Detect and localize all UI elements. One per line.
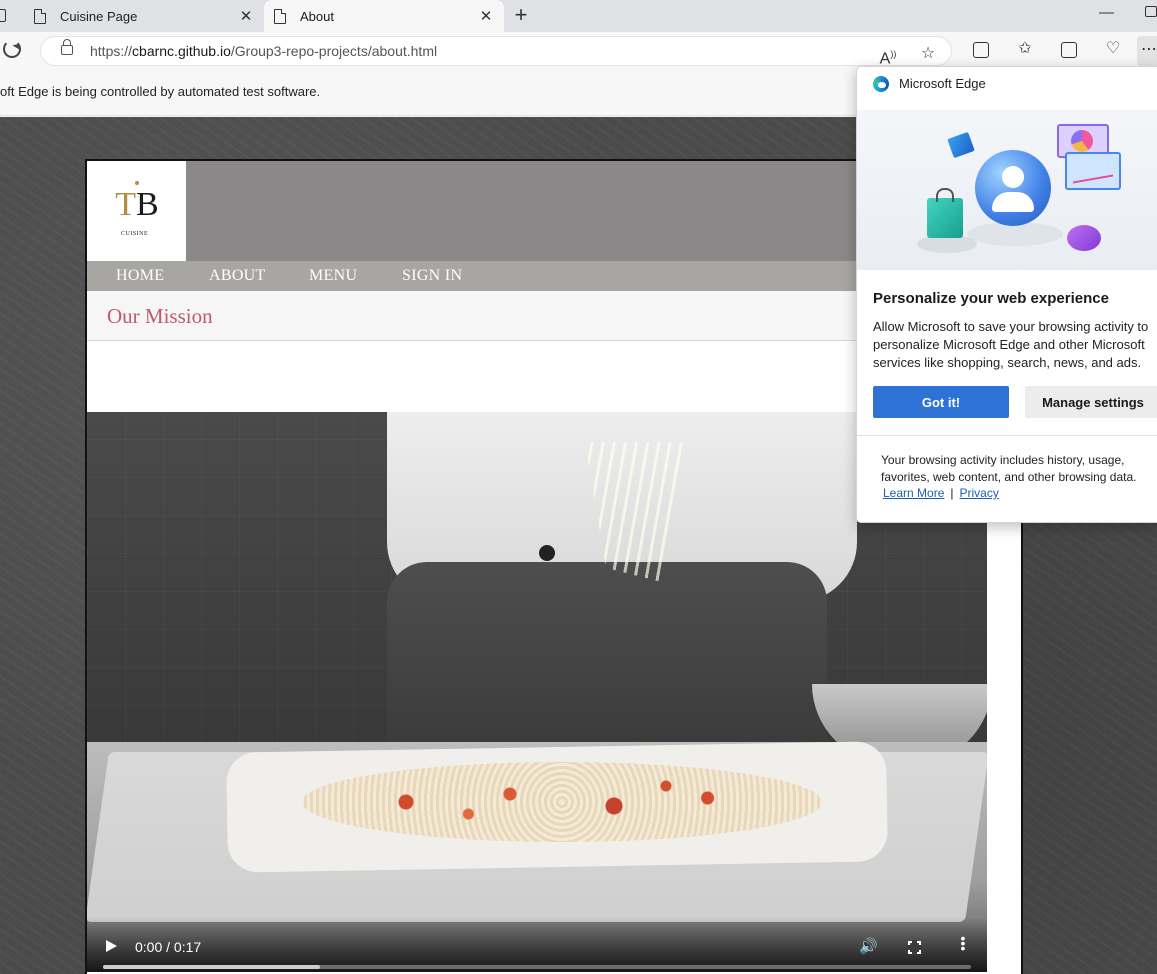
site-logo[interactable]: TB CUISINE	[87, 161, 186, 261]
logo-subtitle: CUISINE	[121, 231, 149, 237]
restore-button[interactable]	[1145, 6, 1157, 17]
popup-footer-text: Your browsing activity includes history,…	[881, 453, 1137, 484]
minimize-button[interactable]: —	[1099, 4, 1114, 21]
close-icon[interactable]: ✕	[238, 7, 254, 25]
favorite-star-icon[interactable]: ☆	[917, 44, 939, 64]
news-card-icon	[947, 131, 975, 159]
tab-actions-icon[interactable]	[0, 9, 6, 22]
popup-app-name: Microsoft Edge	[899, 76, 986, 91]
settings-more-button[interactable]: ⋯	[1137, 36, 1157, 66]
tab-cuisine-page[interactable]: Cuisine Page ✕	[24, 0, 264, 32]
video-jacket-button	[539, 545, 555, 561]
volume-icon[interactable]: 🔊	[859, 937, 878, 955]
tab-label: About	[300, 8, 334, 24]
page-icon	[34, 8, 46, 24]
split-screen-icon[interactable]	[973, 42, 989, 58]
shopping-bag-icon	[927, 188, 963, 238]
popup-illustration	[857, 110, 1157, 270]
popup-divider	[857, 435, 1157, 436]
browser-toolbar: https://cbarnc.github.io/Group3-repo-pro…	[0, 32, 1157, 70]
piggy-bank-icon	[1067, 225, 1101, 251]
browser-essentials-icon[interactable]: ♡	[1102, 39, 1124, 59]
lock-icon[interactable]	[61, 39, 73, 55]
refresh-icon[interactable]	[3, 40, 21, 58]
manage-settings-button[interactable]: Manage settings	[1025, 386, 1157, 418]
video-pizza	[302, 762, 822, 842]
line-chart-icon	[1065, 152, 1121, 190]
url-text[interactable]: https://cbarnc.github.io/Group3-repo-pro…	[90, 43, 437, 59]
video-player[interactable]: 0:00 / 0:17 🔊 • • •	[87, 412, 987, 972]
tab-strip: Cuisine Page ✕ About ✕ + —	[0, 0, 1157, 32]
profile-head-shape	[1002, 166, 1024, 188]
popup-header: Microsoft Edge	[857, 67, 1157, 110]
edge-logo-icon	[873, 76, 889, 92]
more-options-icon[interactable]: • • •	[959, 931, 967, 955]
nav-sign-in[interactable]: SIGN IN	[402, 267, 462, 285]
page-icon	[274, 8, 286, 24]
video-apron	[387, 562, 827, 762]
privacy-link[interactable]: Privacy	[960, 486, 999, 500]
mission-title: Our Mission	[107, 304, 213, 328]
tab-about[interactable]: About ✕	[264, 0, 504, 32]
learn-more-link[interactable]: Learn More	[883, 486, 944, 500]
video-progress-bar[interactable]	[103, 965, 971, 969]
nav-about[interactable]: ABOUT	[209, 267, 266, 285]
fullscreen-icon[interactable]	[907, 940, 922, 955]
nav-home[interactable]: HOME	[116, 267, 164, 285]
video-buffer-fill	[103, 965, 320, 969]
nav-menu[interactable]: MENU	[309, 267, 357, 285]
logo-mark: TB	[115, 186, 159, 223]
popup-heading: Personalize your web experience	[873, 290, 1109, 307]
logo-dot	[135, 181, 139, 185]
got-it-button[interactable]: Got it!	[873, 386, 1009, 418]
play-icon[interactable]	[106, 940, 117, 952]
popup-links: Learn More | Privacy	[883, 486, 999, 500]
infobar-text: oft Edge is being controlled by automate…	[0, 84, 321, 99]
video-controls: 0:00 / 0:17 🔊 • • •	[87, 917, 987, 972]
video-time: 0:00 / 0:17	[135, 939, 202, 955]
profile-globe-icon	[975, 150, 1051, 226]
profile-body-shape	[992, 192, 1034, 212]
popup-body: Allow Microsoft to save your browsing ac…	[873, 319, 1149, 370]
new-tab-button[interactable]: +	[509, 3, 533, 29]
address-bar[interactable]: https://cbarnc.github.io/Group3-repo-pro…	[40, 36, 952, 67]
favorites-icon[interactable]: ✩	[1014, 39, 1036, 59]
link-separator: |	[950, 486, 954, 500]
tab-label: Cuisine Page	[60, 8, 138, 24]
collections-icon[interactable]	[1061, 42, 1077, 58]
close-icon[interactable]: ✕	[478, 7, 494, 25]
edge-personalize-popup: Microsoft Edge Personalize your web expe…	[856, 66, 1157, 523]
